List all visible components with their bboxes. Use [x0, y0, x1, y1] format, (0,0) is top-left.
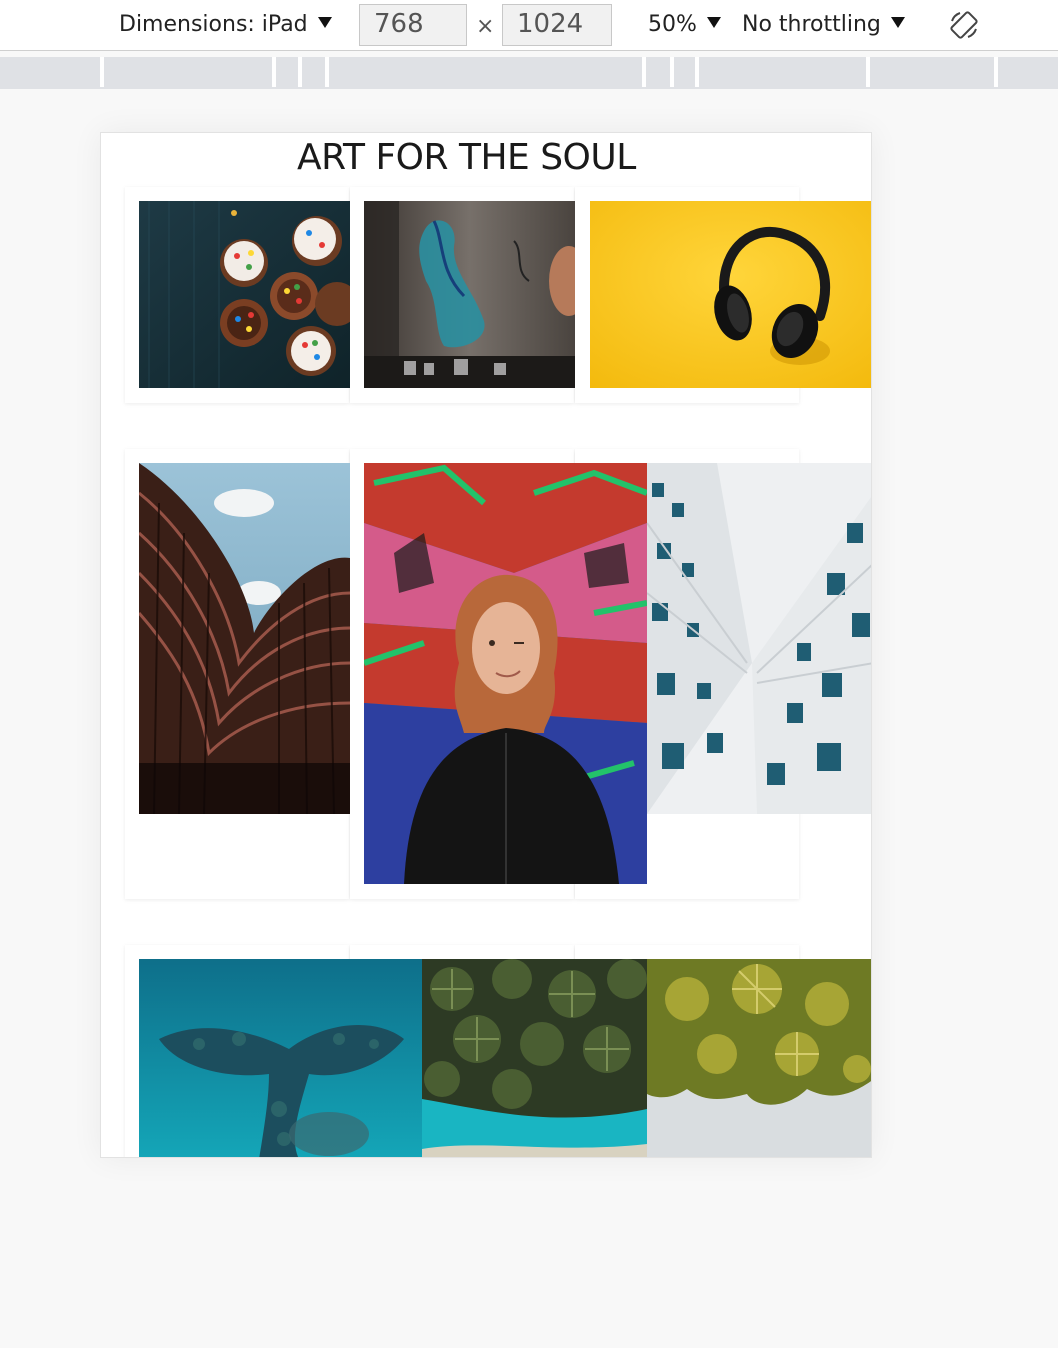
curved-building-photo[interactable]	[139, 463, 350, 814]
rotate-device-icon[interactable]	[948, 9, 980, 41]
ruler-tick	[670, 57, 674, 87]
white-building-photo[interactable]	[647, 463, 871, 814]
street-mural-photo[interactable]	[364, 201, 575, 388]
zoom-caret-icon	[706, 17, 721, 28]
headphones-photo[interactable]	[590, 201, 871, 388]
ruler-tick	[866, 57, 870, 87]
dimensions-caret-icon	[317, 17, 332, 28]
throttling-caret-icon	[890, 17, 905, 28]
ruler-tick	[994, 57, 998, 87]
times-sign: ×	[476, 14, 495, 39]
ruler-tick	[642, 57, 646, 87]
height-input[interactable]: 1024	[502, 4, 612, 46]
dimensions-dropdown[interactable]: Dimensions: iPad	[119, 12, 332, 37]
ruler-tick	[298, 57, 302, 87]
throttling-dropdown[interactable]: No throttling	[742, 12, 905, 37]
zoom-dropdown[interactable]: 50%	[648, 12, 721, 37]
ruler-tick	[695, 57, 699, 87]
palm-canopy-photo[interactable]	[647, 959, 871, 1157]
ruler-tick	[325, 57, 329, 87]
dimensions-label: Dimensions: iPad	[119, 12, 308, 37]
width-input[interactable]: 768	[359, 4, 467, 46]
ocean-reef-photo[interactable]	[139, 959, 422, 1157]
device-toolbar: Dimensions: iPad 768 × 1024 50% No throt…	[0, 0, 1058, 51]
ruler-tick	[100, 57, 104, 87]
media-query-bar[interactable]	[0, 57, 1058, 89]
device-viewport: ART FOR THE SOUL	[100, 132, 872, 1158]
palm-trees-beach-photo[interactable]	[422, 959, 647, 1157]
girl-graffiti-photo[interactable]	[364, 463, 647, 884]
page-title: ART FOR THE SOUL	[297, 137, 636, 178]
cupcakes-photo[interactable]	[139, 201, 350, 388]
zoom-label: 50%	[648, 12, 697, 37]
ruler-tick	[272, 57, 276, 87]
throttling-label: No throttling	[742, 12, 881, 37]
